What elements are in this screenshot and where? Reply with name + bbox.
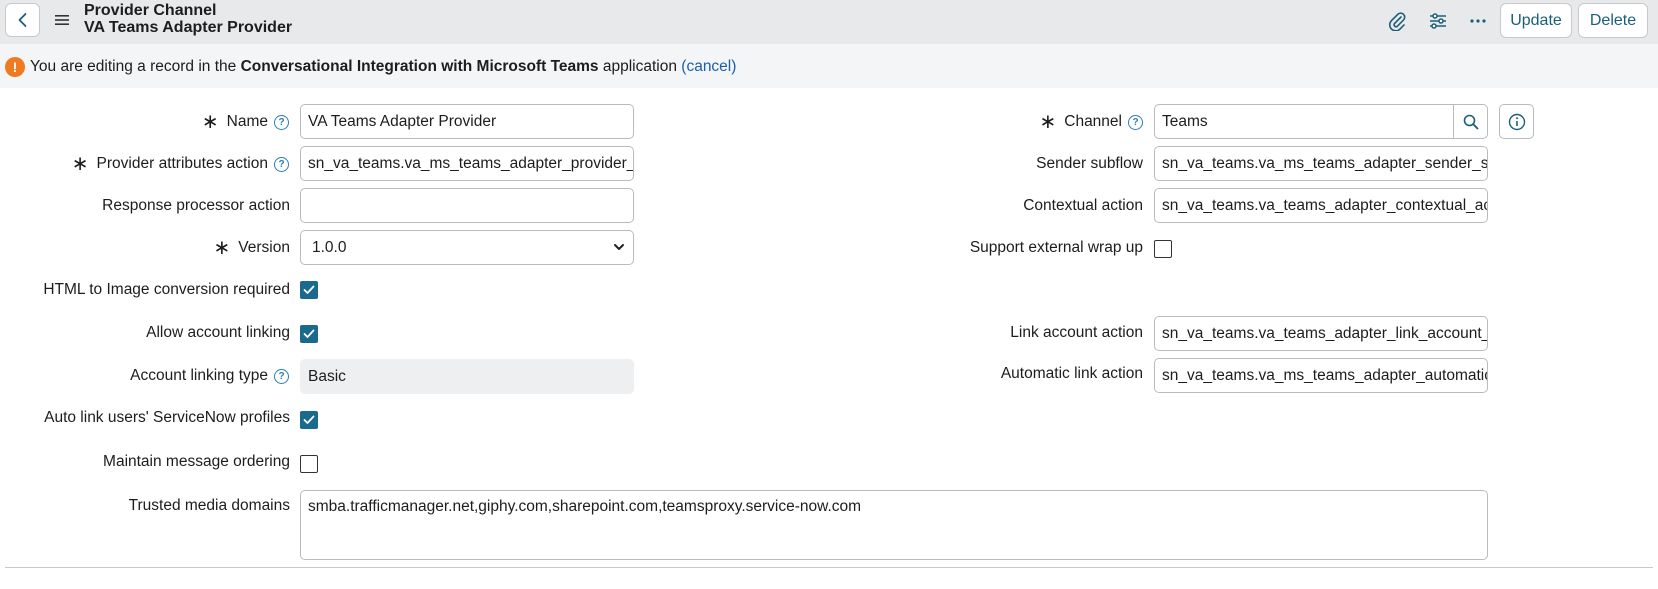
channel-preview-button[interactable] [1499, 104, 1534, 139]
back-button[interactable] [5, 3, 40, 37]
auto-link-users-checkbox[interactable] [300, 411, 318, 429]
support-external-wrap-up-label: Support external wrap up [969, 239, 1143, 256]
account-linking-type-field: Basic [300, 359, 634, 394]
banner-suffix: application [602, 58, 677, 75]
maintain-message-ordering-checkbox[interactable] [300, 455, 318, 473]
application-scope-banner: ! You are editing a record in the Conver… [0, 44, 1658, 88]
check-icon [303, 285, 315, 294]
link-account-action-field[interactable]: sn_va_teams.va_teams_adapter_link_accoun… [1154, 316, 1488, 351]
question-circle-icon[interactable]: ? [274, 114, 289, 130]
version-select[interactable]: 1.0.0 [300, 230, 634, 265]
trusted-media-domains-textarea[interactable]: smba.trafficmanager.net,giphy.com,sharep… [300, 490, 1488, 560]
asterisk-icon: ∗ [213, 237, 231, 259]
asterisk-icon: ∗ [71, 153, 89, 175]
info-circle-icon [1508, 113, 1525, 130]
channel-lookup-button[interactable] [1453, 104, 1488, 139]
contextual-action-field[interactable]: sn_va_teams.va_teams_adapter_contextual_… [1154, 188, 1488, 223]
support-external-wrap-up-checkbox[interactable] [1154, 240, 1172, 258]
question-circle-icon[interactable]: ? [1128, 114, 1143, 130]
check-icon [303, 415, 315, 424]
question-circle-icon[interactable]: ? [274, 156, 289, 172]
automatic-link-action-field[interactable]: sn_va_teams.va_ms_teams_adapter_automati… [1154, 358, 1488, 393]
maintain-message-ordering-label: Maintain message ordering [103, 453, 290, 470]
check-icon [303, 329, 315, 338]
page-title: Provider Channel VA Teams Adapter Provid… [84, 2, 292, 36]
channel-label: ∗ Channel ? [1039, 112, 1143, 132]
paperclip-icon[interactable] [1386, 10, 1408, 32]
automatic-link-action-label: Automatic link action [1000, 365, 1143, 382]
hamburger-menu-icon[interactable] [54, 12, 70, 28]
chevron-down-icon [614, 244, 624, 250]
provider-attributes-action-field[interactable]: sn_va_teams.va_ms_teams_adapter_provider… [300, 146, 634, 181]
form-header: Provider Channel VA Teams Adapter Provid… [0, 0, 1658, 44]
name-label: ∗ Name ? [202, 112, 289, 132]
response-processor-action-label: Response processor action [102, 197, 290, 214]
html-to-image-checkbox[interactable] [300, 281, 318, 299]
version-label: ∗ Version [213, 237, 290, 259]
question-circle-icon[interactable]: ? [274, 368, 289, 384]
form-divider [5, 567, 1653, 568]
trusted-media-domains-label: Trusted media domains [128, 497, 290, 514]
name-field[interactable]: VA Teams Adapter Provider [300, 104, 634, 139]
sender-subflow-field[interactable]: sn_va_teams.va_ms_teams_adapter_sender_s… [1154, 146, 1488, 181]
banner-message: You are editing a record in the Conversa… [30, 58, 736, 76]
account-linking-type-label: Account linking type ? [130, 366, 289, 386]
sliders-icon[interactable] [1427, 10, 1449, 32]
allow-account-linking-checkbox[interactable] [300, 325, 318, 343]
record-table-title: Provider Channel [84, 2, 217, 19]
cancel-link[interactable]: (cancel) [681, 58, 736, 75]
html-to-image-label: HTML to Image conversion required [43, 281, 290, 298]
contextual-action-label: Contextual action [1023, 197, 1143, 214]
more-horizontal-icon[interactable] [1467, 10, 1489, 32]
allow-account-linking-label: Allow account linking [146, 324, 290, 341]
channel-field[interactable]: Teams [1154, 104, 1454, 139]
update-button[interactable]: Update [1500, 3, 1572, 38]
delete-button[interactable]: Delete [1578, 3, 1648, 38]
banner-app-name: Conversational Integration with Microsof… [240, 58, 599, 75]
exclamation-icon: ! [5, 57, 25, 77]
link-account-action-label: Link account action [1010, 324, 1143, 341]
asterisk-icon: ∗ [201, 111, 219, 133]
response-processor-action-field[interactable] [300, 188, 634, 223]
search-icon [1463, 114, 1478, 129]
version-selected-value: 1.0.0 [312, 238, 347, 256]
asterisk-icon: ∗ [1039, 111, 1057, 133]
sender-subflow-label: Sender subflow [1036, 155, 1143, 172]
auto-link-users-label: Auto link users' ServiceNow profiles [44, 409, 290, 426]
chevron-left-icon [18, 13, 26, 27]
banner-prefix: You are editing a record in the [30, 58, 237, 75]
provider-attributes-action-label: ∗ Provider attributes action ? [72, 154, 289, 174]
record-display-name: VA Teams Adapter Provider [84, 19, 293, 36]
